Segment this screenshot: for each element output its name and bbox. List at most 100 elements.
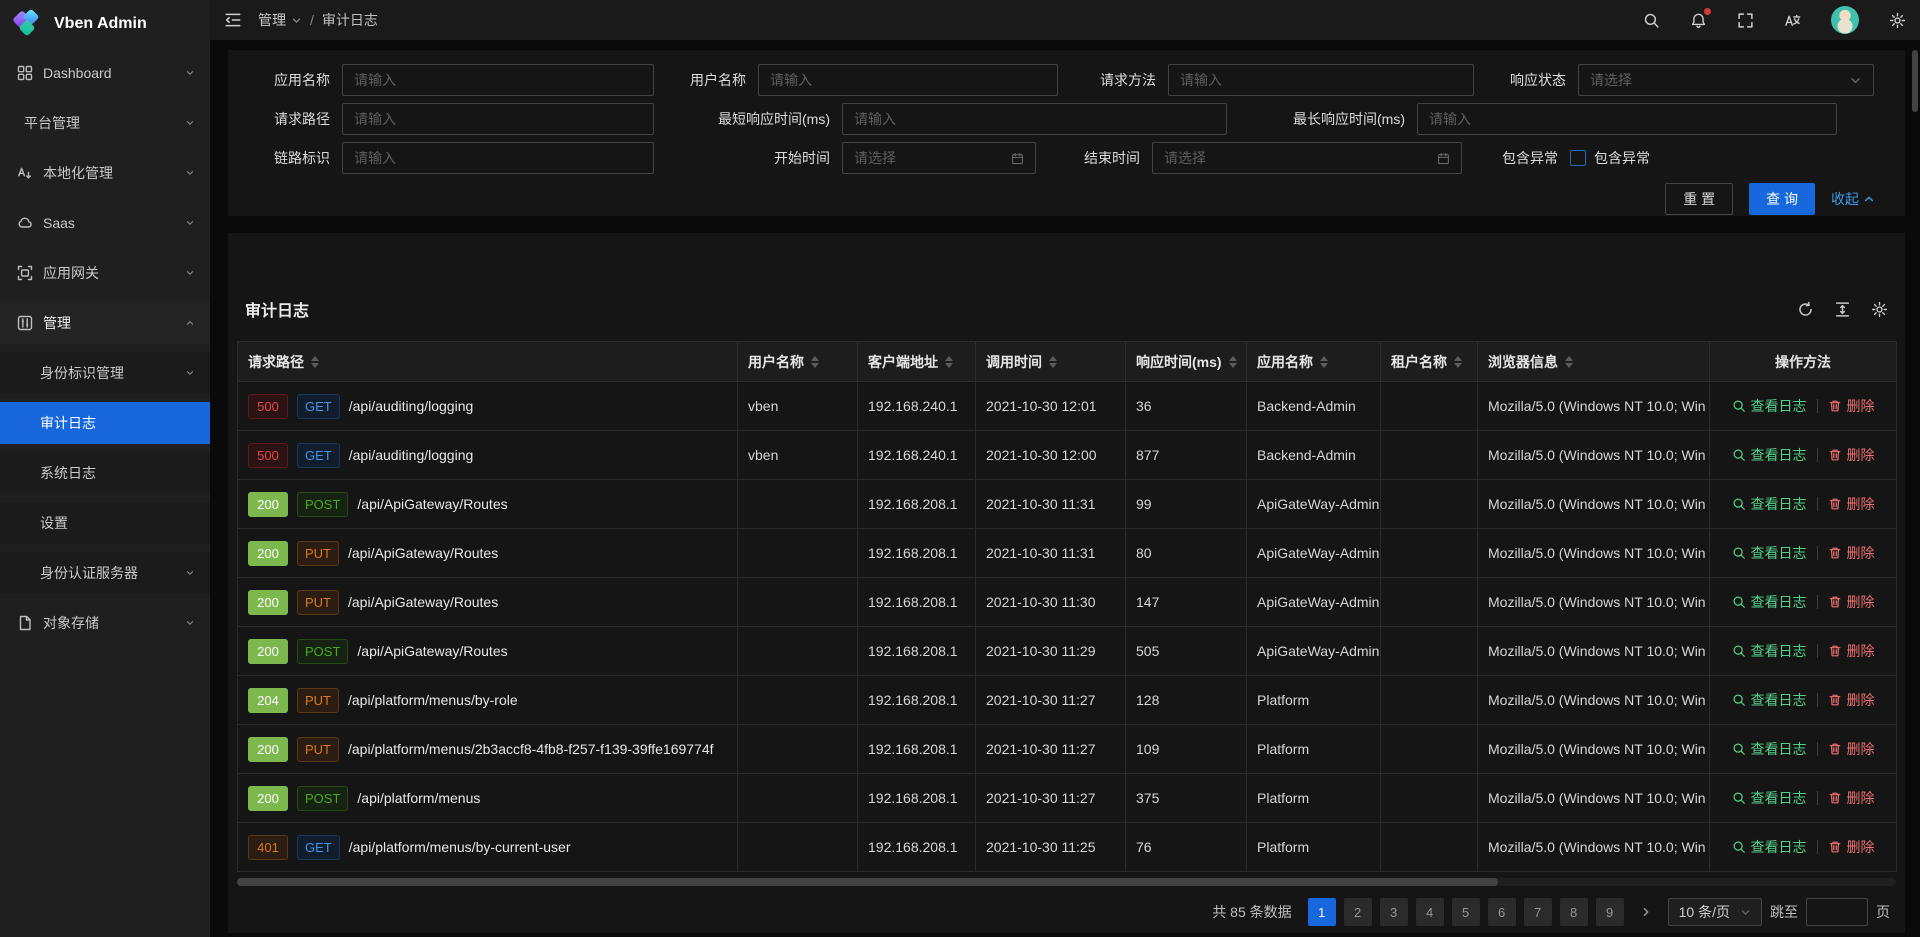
view-log-button[interactable]: 查看日志 <box>1732 739 1807 759</box>
scrollbar-thumb[interactable] <box>237 878 1498 886</box>
refresh-icon[interactable] <box>1797 301 1814 318</box>
table-row: 200POST/api/platform/menus192.168.208.12… <box>238 774 1897 823</box>
request-path: /api/ApiGateway/Routes <box>348 545 498 561</box>
horizontal-scrollbar[interactable] <box>237 878 1896 886</box>
page-button-7[interactable]: 7 <box>1524 898 1552 926</box>
view-log-button[interactable]: 查看日志 <box>1732 543 1807 563</box>
sidebar-item-2[interactable]: 平台管理 <box>0 102 210 144</box>
sidebar-item-7[interactable]: 身份标识管理 <box>0 352 210 394</box>
cell-tenant <box>1381 627 1478 676</box>
delete-button[interactable]: 删除 <box>1828 543 1875 563</box>
column-header-5[interactable]: 响应时间(ms) <box>1126 342 1247 382</box>
sort-icon[interactable] <box>1049 356 1057 368</box>
view-log-button[interactable]: 查看日志 <box>1732 592 1807 612</box>
column-header-1[interactable]: 请求路径 <box>238 342 738 382</box>
jump-page-input[interactable] <box>1806 898 1868 926</box>
column-header-2[interactable]: 用户名称 <box>738 342 858 382</box>
view-log-button[interactable]: 查看日志 <box>1732 641 1807 661</box>
gear-icon[interactable] <box>1889 12 1906 29</box>
column-settings-icon[interactable] <box>1871 301 1888 318</box>
sidebar-item-8[interactable]: 审计日志 <box>0 402 210 444</box>
delete-button[interactable]: 删除 <box>1828 690 1875 710</box>
delete-button[interactable]: 删除 <box>1828 494 1875 514</box>
sort-icon[interactable] <box>311 356 319 368</box>
user-name-input[interactable] <box>758 64 1058 96</box>
cell-client-ip: 192.168.208.1 <box>858 578 976 627</box>
end-time-picker[interactable]: 请选择 <box>1152 142 1462 174</box>
view-log-button[interactable]: 查看日志 <box>1732 445 1807 465</box>
reset-button[interactable]: 重 置 <box>1665 183 1733 215</box>
page-button-9[interactable]: 9 <box>1596 898 1624 926</box>
sidebar-item-6[interactable]: 管理 <box>0 302 210 344</box>
column-header-9: 操作方法 <box>1710 342 1897 382</box>
page-button-6[interactable]: 6 <box>1488 898 1516 926</box>
sort-icon[interactable] <box>945 356 953 368</box>
sidebar-item-5[interactable]: 应用网关 <box>0 252 210 294</box>
request-method-input[interactable] <box>1168 64 1474 96</box>
breadcrumb-root[interactable]: 管理 <box>258 10 302 30</box>
view-log-button[interactable]: 查看日志 <box>1732 837 1807 857</box>
sort-icon[interactable] <box>1320 356 1328 368</box>
delete-button[interactable]: 删除 <box>1828 592 1875 612</box>
include-exception-checkbox[interactable] <box>1570 150 1586 166</box>
avatar[interactable] <box>1831 6 1859 34</box>
max-response-time-input[interactable] <box>1417 103 1837 135</box>
sidebar-item-12[interactable]: 对象存储 <box>0 602 210 644</box>
page-button-8[interactable]: 8 <box>1560 898 1588 926</box>
sort-icon[interactable] <box>1229 356 1237 368</box>
start-time-picker[interactable]: 请选择 <box>842 142 1036 174</box>
field-label: 包含异常 <box>1502 148 1558 168</box>
delete-button[interactable]: 删除 <box>1828 641 1875 661</box>
view-log-button[interactable]: 查看日志 <box>1732 396 1807 416</box>
view-log-button[interactable]: 查看日志 <box>1732 788 1807 808</box>
sidebar-item-label: 平台管理 <box>24 113 184 133</box>
menu-fold-icon[interactable] <box>224 11 242 29</box>
min-response-time-input[interactable] <box>842 103 1227 135</box>
page-button-5[interactable]: 5 <box>1452 898 1480 926</box>
sidebar-item-1[interactable]: Dashboard <box>0 52 210 94</box>
view-log-button[interactable]: 查看日志 <box>1732 494 1807 514</box>
app-name-input[interactable] <box>342 64 654 96</box>
sidebar-item-9[interactable]: 系统日志 <box>0 452 210 494</box>
column-header-8[interactable]: 浏览器信息 <box>1478 342 1710 382</box>
delete-button[interactable]: 删除 <box>1828 788 1875 808</box>
search-button[interactable]: 查 询 <box>1749 183 1815 215</box>
sidebar-item-3[interactable]: 本地化管理 <box>0 152 210 194</box>
column-header-7[interactable]: 租户名称 <box>1381 342 1478 382</box>
column-header-3[interactable]: 客户端地址 <box>858 342 976 382</box>
view-log-button[interactable]: 查看日志 <box>1732 690 1807 710</box>
column-header-6[interactable]: 应用名称 <box>1247 342 1381 382</box>
bell-icon[interactable] <box>1690 12 1707 29</box>
cell-tenant <box>1381 480 1478 529</box>
sort-icon[interactable] <box>1565 356 1573 368</box>
action-divider <box>1817 399 1818 413</box>
response-status-select[interactable]: 请选择 <box>1578 64 1874 96</box>
delete-button[interactable]: 删除 <box>1828 445 1875 465</box>
page-button-2[interactable]: 2 <box>1344 898 1372 926</box>
page-button-4[interactable]: 4 <box>1416 898 1444 926</box>
page-button-1[interactable]: 1 <box>1308 898 1336 926</box>
next-page-button[interactable] <box>1632 898 1660 926</box>
cell-browser: Mozilla/5.0 (Windows NT 10.0; Win <box>1478 725 1710 774</box>
column-header-4[interactable]: 调用时间 <box>976 342 1126 382</box>
page-scrollbar[interactable] <box>1912 50 1918 112</box>
sort-icon[interactable] <box>811 356 819 368</box>
sort-icon[interactable] <box>1454 356 1462 368</box>
trace-id-input[interactable] <box>342 142 654 174</box>
delete-button[interactable]: 删除 <box>1828 739 1875 759</box>
collapse-link[interactable]: 收起 <box>1831 189 1875 209</box>
chevron-down-icon <box>184 567 196 579</box>
delete-button[interactable]: 删除 <box>1828 837 1875 857</box>
page-button-3[interactable]: 3 <box>1380 898 1408 926</box>
sidebar-item-10[interactable]: 设置 <box>0 502 210 544</box>
request-path-input[interactable] <box>342 103 654 135</box>
row-height-icon[interactable] <box>1834 301 1851 318</box>
fullscreen-icon[interactable] <box>1737 12 1754 29</box>
sidebar-item-4[interactable]: Saas <box>0 202 210 244</box>
delete-button[interactable]: 删除 <box>1828 396 1875 416</box>
sidebar-item-11[interactable]: 身份认证服务器 <box>0 552 210 594</box>
translate-icon[interactable] <box>1784 12 1801 29</box>
search-icon[interactable] <box>1643 12 1660 29</box>
logo-row[interactable]: Vben Admin <box>0 0 210 48</box>
page-size-select[interactable]: 10 条/页 <box>1668 898 1762 926</box>
